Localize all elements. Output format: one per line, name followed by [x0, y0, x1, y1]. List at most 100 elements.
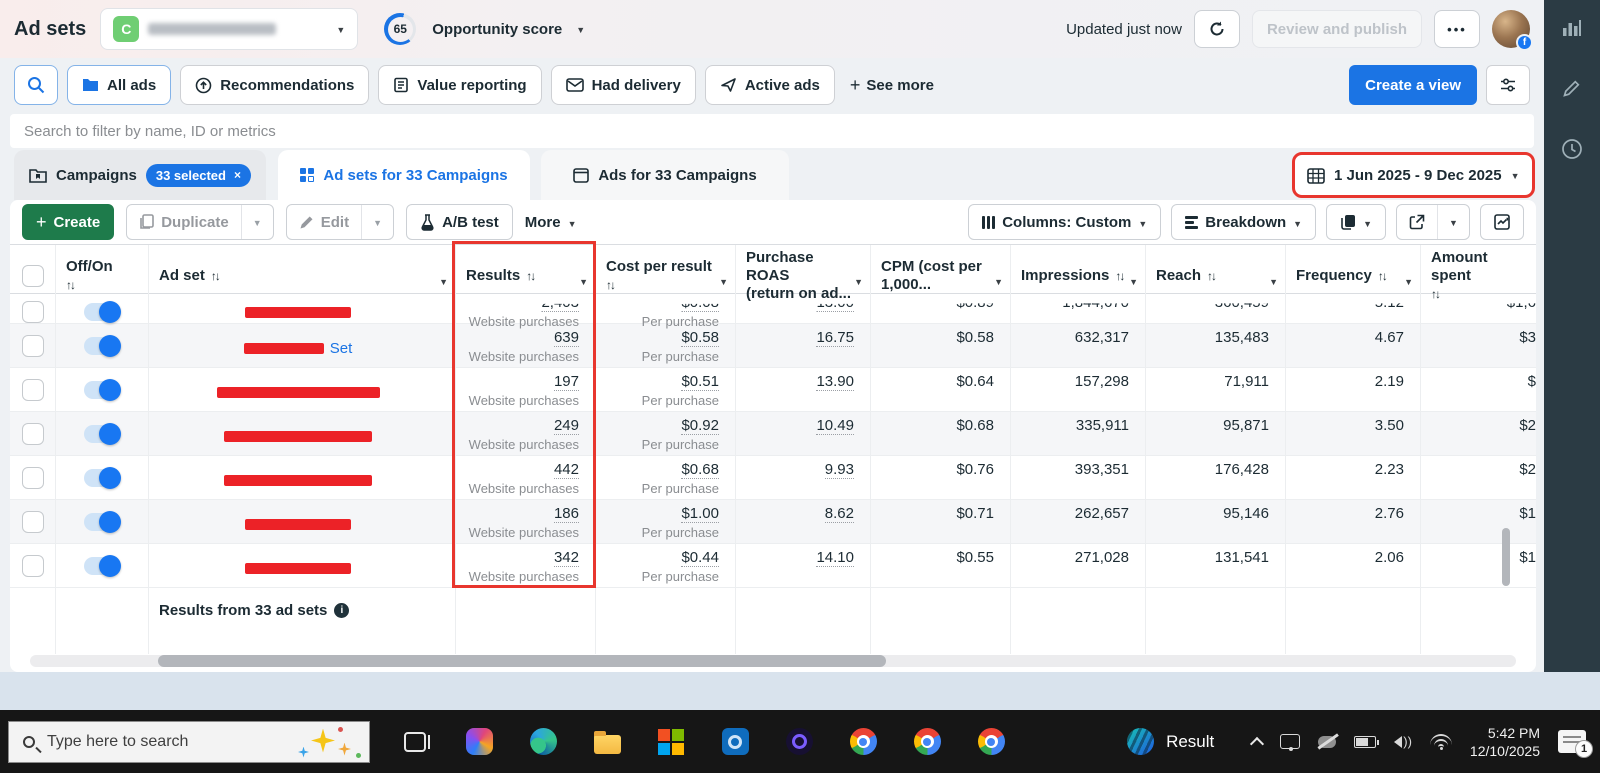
microsoft-app-button[interactable] — [656, 727, 686, 757]
row-toggle[interactable] — [84, 422, 121, 445]
ab-test-button[interactable]: A/B test — [406, 204, 513, 240]
chevron-down-icon[interactable] — [439, 272, 448, 291]
chevron-down-icon[interactable] — [576, 20, 585, 38]
table-row[interactable]: 249 Website purchases $0.92 Per purchase 1… — [10, 412, 1536, 456]
chevron-down-icon[interactable] — [719, 272, 728, 291]
export-button[interactable] — [1397, 205, 1437, 239]
more-options-button[interactable]: ••• — [1434, 10, 1480, 48]
close-icon[interactable]: × — [234, 168, 241, 182]
search-filter-button[interactable] — [14, 65, 58, 105]
duplicate-button[interactable]: Duplicate — [127, 205, 241, 239]
outlook-button[interactable] — [720, 727, 750, 757]
wifi-icon[interactable] — [1429, 733, 1452, 750]
clock-icon[interactable] — [1561, 138, 1583, 160]
reports-button[interactable] — [1326, 204, 1386, 240]
account-selector[interactable]: C — [100, 8, 359, 50]
copilot-button[interactable] — [464, 727, 494, 757]
table-row[interactable]: 442 Website purchases $0.68 Per purchase 9… — [10, 456, 1536, 500]
duplicate-dropdown[interactable] — [240, 205, 273, 239]
col-header-amount-spent[interactable]: Amount spent ↑↓ — [1420, 245, 1536, 307]
edge-button[interactable] — [528, 727, 558, 757]
taskbar-clock[interactable]: 5:42 PM 12/10/2025 — [1470, 724, 1540, 760]
columns-button[interactable]: Columns: Custom — [968, 204, 1162, 240]
ad-set-name-link[interactable]: Set — [330, 340, 353, 357]
see-more-button[interactable]: + See more — [850, 75, 934, 96]
row-toggle[interactable] — [84, 554, 121, 577]
media-app-button[interactable] — [784, 727, 814, 757]
taskbar-search-box[interactable]: Type here to search — [8, 720, 370, 763]
table-row[interactable]: Set 639 Website purchases $0.58 Per purcha… — [10, 324, 1536, 368]
filter-chip-recommendations[interactable]: Recommendations — [180, 65, 370, 105]
row-toggle[interactable] — [84, 301, 121, 323]
chevron-down-icon[interactable] — [579, 272, 588, 291]
col-header-off-on[interactable]: Off/On ↑↓ — [55, 245, 148, 307]
chrome-button-2[interactable] — [912, 727, 942, 757]
task-view-button[interactable] — [400, 727, 430, 757]
row-checkbox[interactable] — [21, 422, 44, 445]
date-range-annotated[interactable]: 1 Jun 2025 - 9 Dec 2025 — [1292, 152, 1535, 198]
review-publish-button[interactable]: Review and publish — [1251, 10, 1422, 48]
col-header-results[interactable]: Results ↑↓ — [455, 245, 595, 307]
table-search-input[interactable]: Search to filter by name, ID or metrics — [10, 114, 1534, 148]
horizontal-scrollbar[interactable] — [30, 655, 1516, 667]
tab-ad-sets[interactable]: Ad sets for 33 Campaigns — [278, 150, 530, 200]
vertical-scrollbar-thumb[interactable] — [1502, 528, 1510, 586]
export-dropdown[interactable] — [1437, 205, 1469, 239]
col-header-reach[interactable]: Reach ↑↓ — [1145, 245, 1285, 307]
user-avatar[interactable]: f — [1492, 10, 1533, 51]
chevron-down-icon[interactable] — [1404, 272, 1413, 291]
create-view-button[interactable]: Create a view — [1349, 65, 1477, 105]
chevron-down-icon[interactable] — [994, 272, 1003, 291]
muted-device-icon[interactable] — [1318, 735, 1337, 748]
filter-chip-value-reporting[interactable]: Value reporting — [378, 65, 542, 105]
row-checkbox[interactable] — [21, 378, 44, 401]
refresh-button[interactable] — [1193, 10, 1240, 48]
row-checkbox[interactable] — [21, 334, 44, 357]
selected-count-badge[interactable]: 33 selected × — [145, 163, 251, 187]
horizontal-scrollbar-thumb[interactable] — [158, 655, 886, 667]
col-header-ad-set[interactable]: Ad set ↑↓ — [148, 245, 455, 307]
row-toggle[interactable] — [84, 466, 121, 489]
charts-button[interactable] — [1480, 204, 1524, 240]
chevron-down-icon[interactable] — [854, 272, 863, 291]
select-all-checkbox[interactable] — [21, 265, 44, 287]
chevron-up-icon[interactable] — [1250, 736, 1265, 751]
edit-button[interactable]: Edit — [287, 205, 361, 239]
row-checkbox[interactable] — [21, 554, 44, 577]
tab-campaigns[interactable]: Campaigns 33 selected × — [14, 150, 266, 200]
row-checkbox[interactable] — [21, 510, 44, 533]
file-explorer-button[interactable] — [592, 727, 622, 757]
chevron-down-icon[interactable] — [1129, 272, 1138, 291]
col-header-impressions[interactable]: Impressions ↑↓ — [1010, 245, 1145, 307]
row-toggle[interactable] — [84, 378, 121, 401]
more-button[interactable]: More — [525, 214, 577, 231]
col-header-purchase-roas[interactable]: Purchase ROAS (return on ad... — [735, 245, 870, 307]
cast-icon[interactable] — [1280, 734, 1301, 751]
info-icon[interactable]: i — [334, 603, 350, 618]
notification-button[interactable]: 1 — [1558, 730, 1593, 758]
table-row[interactable]: 197 Website purchases $0.51 Per purchase 1… — [10, 368, 1536, 412]
create-button[interactable]: + Create — [22, 204, 115, 240]
col-header-frequency[interactable]: Frequency ↑↓ — [1285, 245, 1420, 307]
row-toggle[interactable] — [84, 510, 121, 533]
row-toggle[interactable] — [84, 334, 121, 357]
filter-chip-active-ads[interactable]: Active ads — [704, 65, 835, 105]
edit-dropdown[interactable] — [361, 205, 393, 239]
table-row[interactable]: 342 Website purchases $0.44 Per purchase 1… — [10, 544, 1536, 588]
pencil-icon[interactable] — [1562, 78, 1582, 98]
row-checkbox[interactable] — [21, 466, 44, 489]
col-header-cost-per-result[interactable]: Cost per result ↑↓ — [595, 245, 735, 307]
view-settings-button[interactable] — [1486, 65, 1530, 105]
chrome-button[interactable] — [848, 727, 878, 757]
col-header-cpm[interactable]: CPM (cost per 1,000... — [870, 245, 1010, 307]
filter-chip-all-ads[interactable]: All ads — [67, 65, 172, 105]
filter-chip-had-delivery[interactable]: Had delivery — [550, 65, 696, 105]
table-row[interactable]: 186 Website purchases $1.00 Per purchase 8… — [10, 500, 1536, 544]
breakdown-button[interactable]: Breakdown — [1171, 204, 1317, 240]
bar-chart-icon[interactable] — [1561, 16, 1583, 38]
tab-ads[interactable]: Ads for 33 Campaigns — [541, 150, 789, 200]
chrome-button-3[interactable] — [976, 727, 1006, 757]
speaker-icon[interactable]: )) — [1394, 734, 1412, 749]
chevron-down-icon[interactable] — [1269, 272, 1278, 291]
battery-icon[interactable] — [1354, 735, 1380, 748]
